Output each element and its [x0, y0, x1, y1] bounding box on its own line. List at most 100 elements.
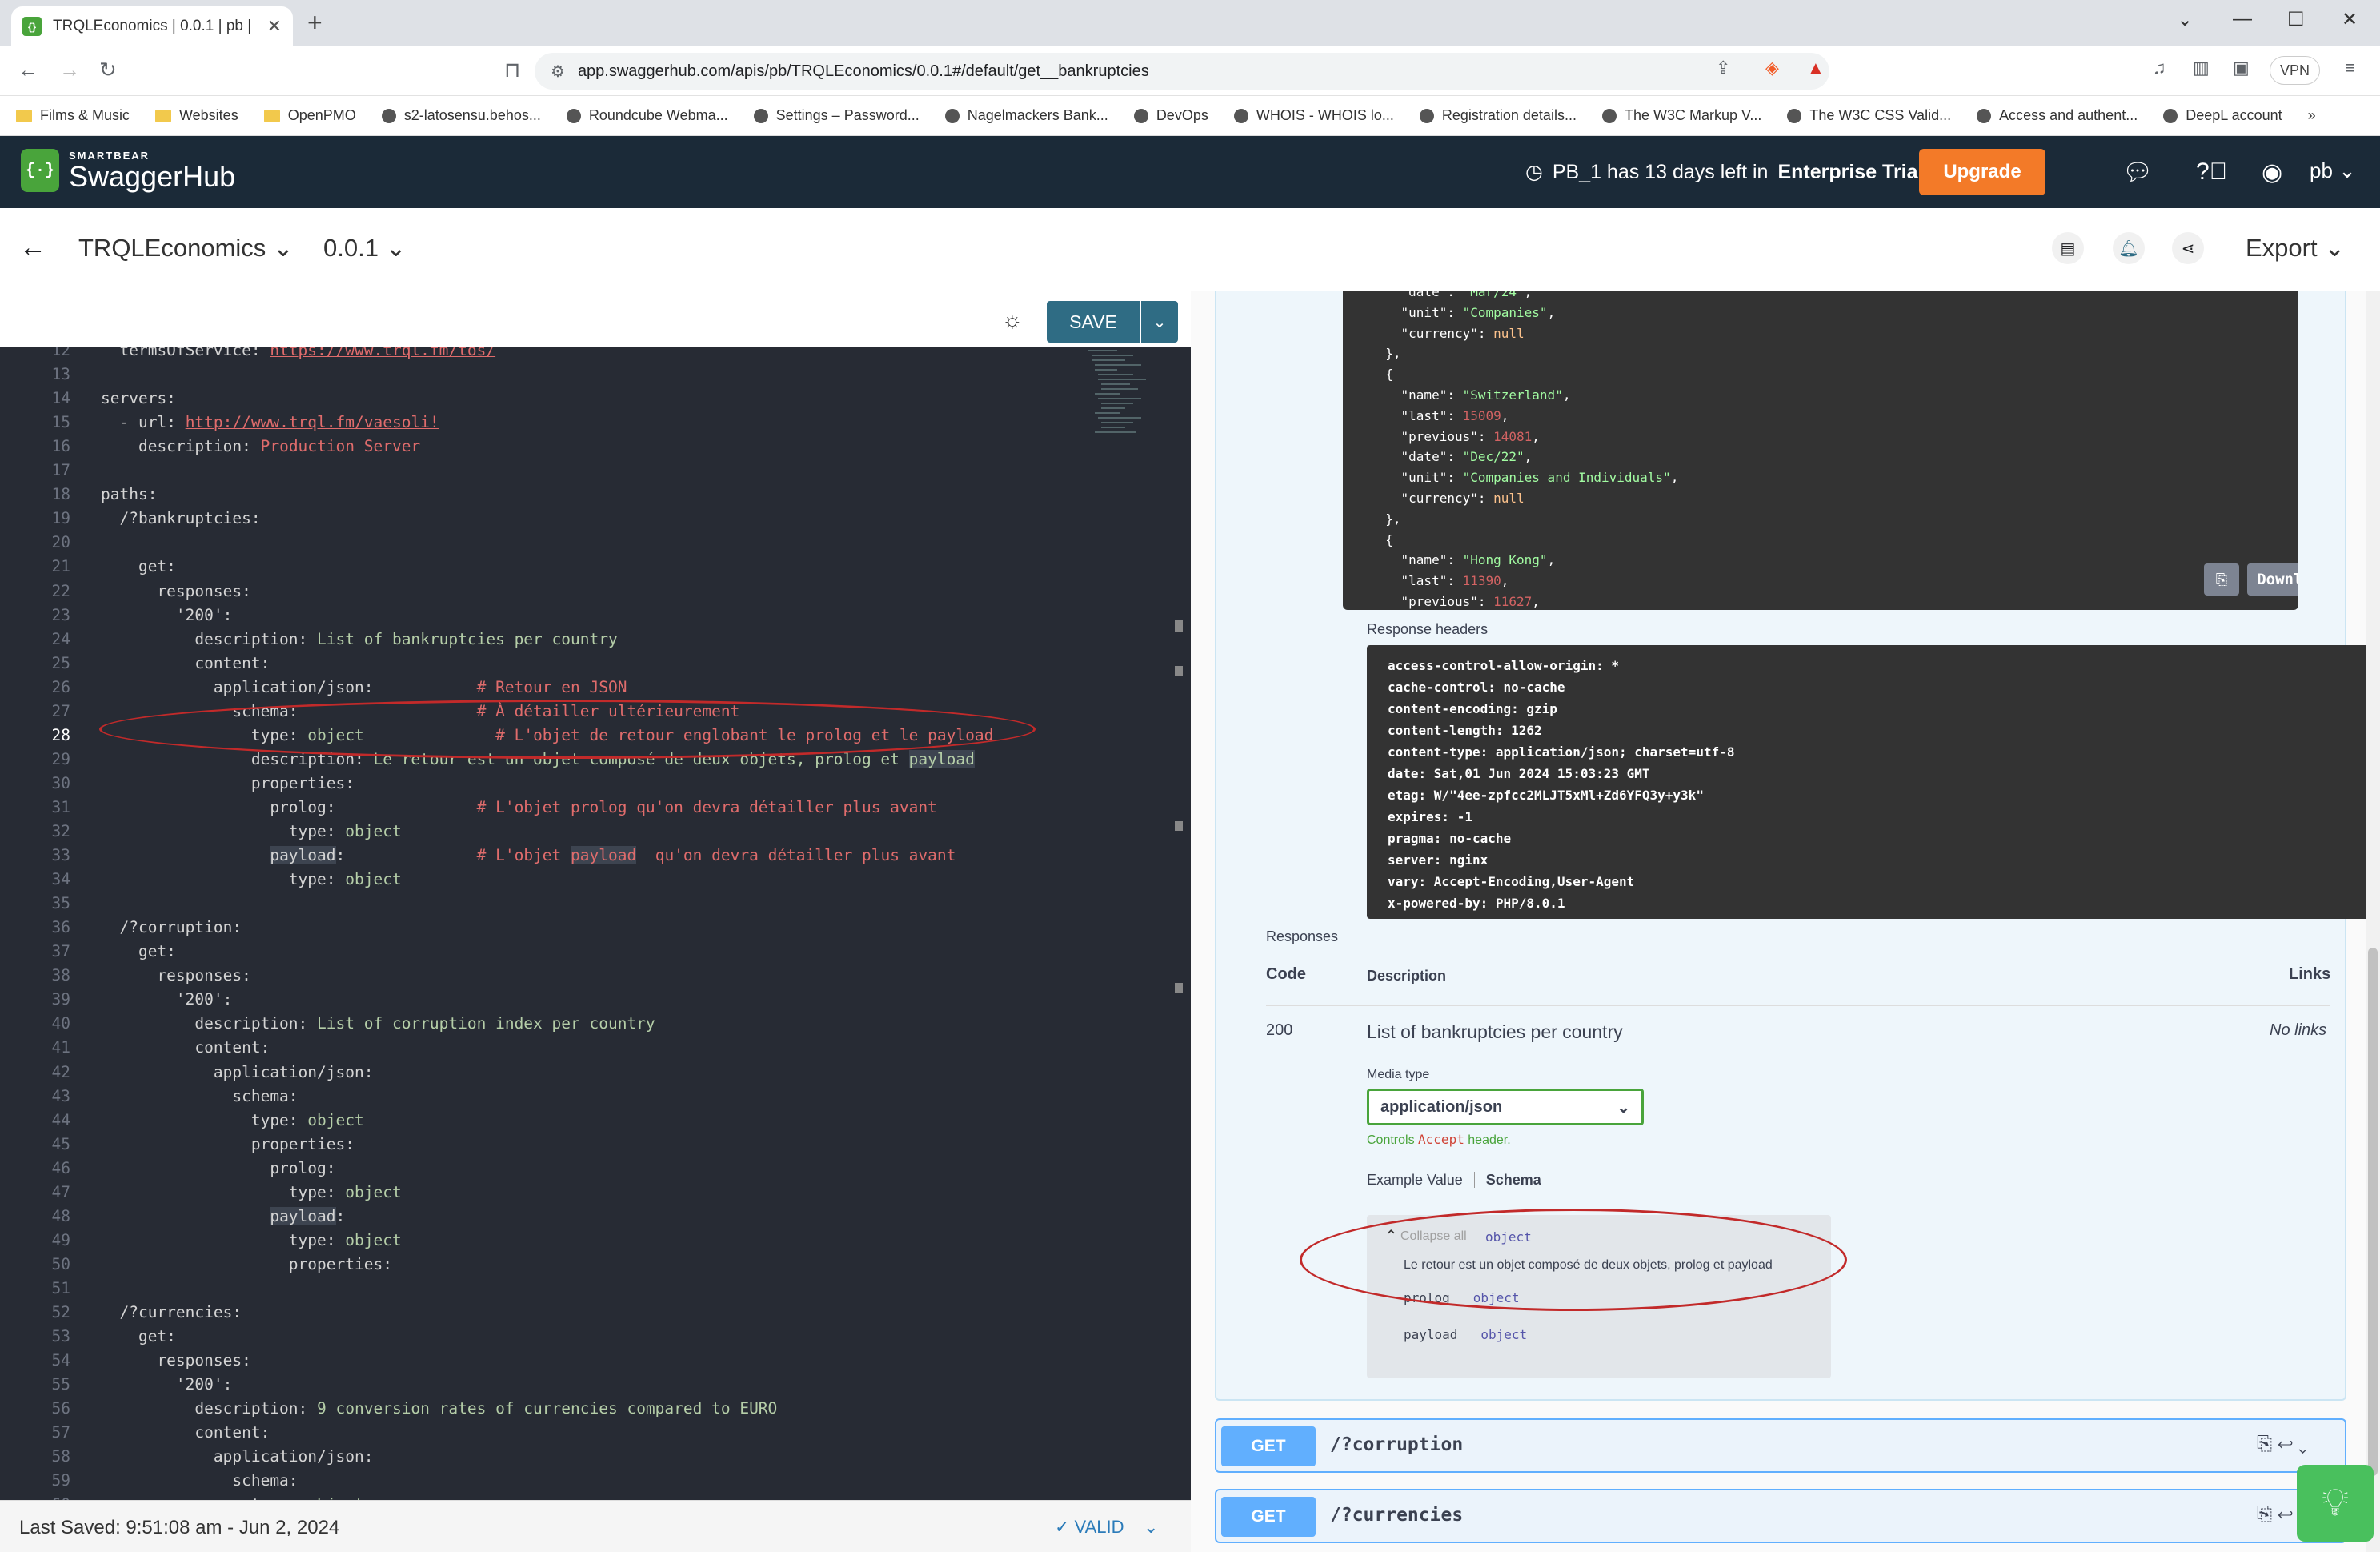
- code-line[interactable]: payload:: [101, 1206, 345, 1225]
- api-version-dropdown[interactable]: 0.0.1 ⌄: [323, 234, 407, 263]
- copy-clipboard-icon[interactable]: ⎘: [2204, 563, 2239, 596]
- tab-schema[interactable]: Schema: [1486, 1172, 1541, 1189]
- notification-icon[interactable]: 🔔︎: [2113, 232, 2145, 264]
- tab-search-chevron-icon[interactable]: ⌄: [2177, 8, 2193, 31]
- code-line[interactable]: '200':: [101, 990, 232, 1009]
- clipboard-icon[interactable]: ⎘: [2257, 1433, 2272, 1454]
- bookmark-item[interactable]: Settings – Password...: [753, 107, 920, 124]
- vpn-button[interactable]: VPN: [2270, 56, 2321, 85]
- code-line[interactable]: '200':: [101, 606, 232, 624]
- reload-icon[interactable]: ↻: [99, 58, 117, 82]
- code-line[interactable]: schema:: [101, 1087, 298, 1105]
- schema-prop-payload[interactable]: payload object: [1404, 1327, 1527, 1342]
- bookmark-item[interactable]: Registration details...: [1419, 107, 1577, 124]
- menu-icon[interactable]: ≡: [2345, 58, 2355, 78]
- bookmark-item[interactable]: Websites: [155, 107, 238, 124]
- bookmark-item[interactable]: WHOIS - WHOIS lo...: [1233, 107, 1394, 124]
- share-icon[interactable]: ⇪: [1716, 58, 1730, 78]
- media-icon[interactable]: ♫: [2153, 58, 2166, 78]
- code-line[interactable]: application/json:: [101, 1447, 374, 1466]
- bookmark-item[interactable]: s2-latosensu.behos...: [381, 107, 541, 124]
- code-line[interactable]: type: object: [101, 1183, 402, 1201]
- code-line[interactable]: description: List of corruption index pe…: [101, 1014, 655, 1033]
- code-line[interactable]: type: object: [101, 822, 402, 840]
- code-line[interactable]: properties:: [101, 1255, 392, 1273]
- bookmark-item[interactable]: DeepL account: [2163, 107, 2282, 124]
- bookmark-item[interactable]: Roundcube Webma...: [566, 107, 728, 124]
- forward-icon[interactable]: →: [59, 58, 80, 82]
- code-line[interactable]: - url: http://www.trql.fm/vaesoli!: [101, 413, 439, 431]
- bookmark-item[interactable]: DevOps: [1133, 107, 1208, 124]
- chat-icon[interactable]: 💬︎: [2122, 158, 2153, 186]
- code-line[interactable]: responses:: [101, 1351, 250, 1370]
- code-line[interactable]: get:: [101, 557, 176, 575]
- return-icon[interactable]: ↩: [2278, 1503, 2293, 1525]
- back-icon[interactable]: ←: [18, 58, 38, 82]
- code-line[interactable]: payload: # L'objet payload qu'on devra d…: [101, 846, 956, 865]
- bookmark-item[interactable]: Films & Music: [16, 107, 130, 124]
- chevron-down-icon[interactable]: ⌄: [2298, 1433, 2307, 1454]
- code-line[interactable]: type: object: [101, 1111, 364, 1129]
- code-line[interactable]: properties:: [101, 1135, 355, 1153]
- save-button[interactable]: SAVE: [1047, 301, 1140, 343]
- code-line[interactable]: /?bankruptcies:: [101, 509, 260, 527]
- account-icon[interactable]: ◉: [2262, 158, 2282, 186]
- editor-minimap[interactable]: [1085, 347, 1149, 459]
- save-options-chevron-icon[interactable]: ⌄: [1141, 301, 1178, 343]
- return-icon[interactable]: ↩: [2278, 1433, 2293, 1454]
- yaml-editor[interactable]: 12 termsOfService: https://www.trql.fm/t…: [0, 347, 1191, 1500]
- tab-example-value[interactable]: Example Value: [1367, 1172, 1463, 1189]
- code-line[interactable]: content:: [101, 654, 270, 672]
- swaggerhub-logo[interactable]: {·} SMARTBEAR SwaggerHub: [21, 149, 235, 192]
- share-api-icon[interactable]: ⋖: [2172, 232, 2204, 264]
- upgrade-button[interactable]: Upgrade: [1919, 149, 2045, 195]
- bookmark-item[interactable]: OpenPMO: [263, 107, 356, 124]
- browser-tab[interactable]: {} TRQLEconomics | 0.0.1 | pb | Sw… ✕: [11, 6, 293, 46]
- code-line[interactable]: description: Production Server: [101, 437, 420, 455]
- back-arrow-icon[interactable]: ←: [19, 232, 46, 263]
- endpoint-corruption[interactable]: GET /?corruption ⎘ ↩ ⌄: [1215, 1418, 2346, 1473]
- endpoint-currencies[interactable]: GET /?currencies ⎘ ↩: [1215, 1489, 2346, 1543]
- code-line[interactable]: type: object: [101, 1231, 402, 1249]
- code-line[interactable]: content:: [101, 1038, 270, 1057]
- validation-status[interactable]: ✓ VALID ⌄: [1055, 1517, 1158, 1538]
- maximize-icon[interactable]: ☐: [2287, 8, 2305, 31]
- code-line[interactable]: prolog:: [101, 1159, 335, 1177]
- bookmark-item[interactable]: The W3C Markup V...: [1601, 107, 1761, 124]
- clipboard-icon[interactable]: ⎘: [2257, 1503, 2272, 1525]
- sidebar-icon[interactable]: ▥: [2193, 58, 2210, 78]
- code-line[interactable]: application/json: # Retour en JSON: [101, 678, 627, 696]
- rewards-icon[interactable]: ▲: [1807, 58, 1825, 78]
- code-line[interactable]: description: List of bankruptcies per co…: [101, 630, 617, 648]
- code-line[interactable]: responses:: [101, 582, 250, 600]
- export-dropdown[interactable]: Export ⌄: [2246, 234, 2345, 263]
- help-icon[interactable]: ?⃝: [2196, 158, 2227, 186]
- code-line[interactable]: servers:: [101, 389, 176, 407]
- bookmark-item[interactable]: The W3C CSS Valid...: [1787, 107, 1951, 124]
- help-bulb-icon[interactable]: 💡︎: [2297, 1465, 2374, 1542]
- site-info-icon[interactable]: ⚙: [551, 62, 565, 82]
- code-line[interactable]: type: object: [101, 870, 402, 888]
- user-menu[interactable]: pb ⌄: [2310, 158, 2356, 183]
- new-tab-icon[interactable]: +: [307, 8, 323, 38]
- code-line[interactable]: get:: [101, 1327, 176, 1345]
- close-tab-icon[interactable]: ✕: [267, 16, 282, 37]
- wallet-icon[interactable]: ▣: [2233, 58, 2250, 78]
- code-line[interactable]: /?corruption:: [101, 918, 242, 936]
- document-icon[interactable]: ▤: [2052, 232, 2084, 264]
- api-name-dropdown[interactable]: TRQLEconomics ⌄: [78, 234, 294, 263]
- download-button[interactable]: Download: [2247, 563, 2298, 596]
- more-bookmarks-icon[interactable]: »: [2308, 107, 2316, 124]
- code-line[interactable]: paths:: [101, 485, 157, 503]
- code-line[interactable]: application/json:: [101, 1063, 374, 1081]
- bookmark-item[interactable]: Nagelmackers Bank...: [944, 107, 1108, 124]
- code-line[interactable]: properties:: [101, 774, 355, 792]
- bookmark-item[interactable]: Access and authent...: [1977, 107, 2138, 124]
- code-line[interactable]: termsOfService: https://www.trql.fm/tos/: [101, 347, 495, 359]
- brave-shield-icon[interactable]: ◈: [1765, 58, 1779, 78]
- code-line[interactable]: responses:: [101, 966, 250, 985]
- docs-scroll-thumb[interactable]: [2368, 948, 2378, 1476]
- code-line[interactable]: description: 9 conversion rates of curre…: [101, 1399, 777, 1418]
- code-line[interactable]: schema:: [101, 1471, 298, 1490]
- code-line[interactable]: prolog: # L'objet prolog qu'on devra dét…: [101, 798, 937, 816]
